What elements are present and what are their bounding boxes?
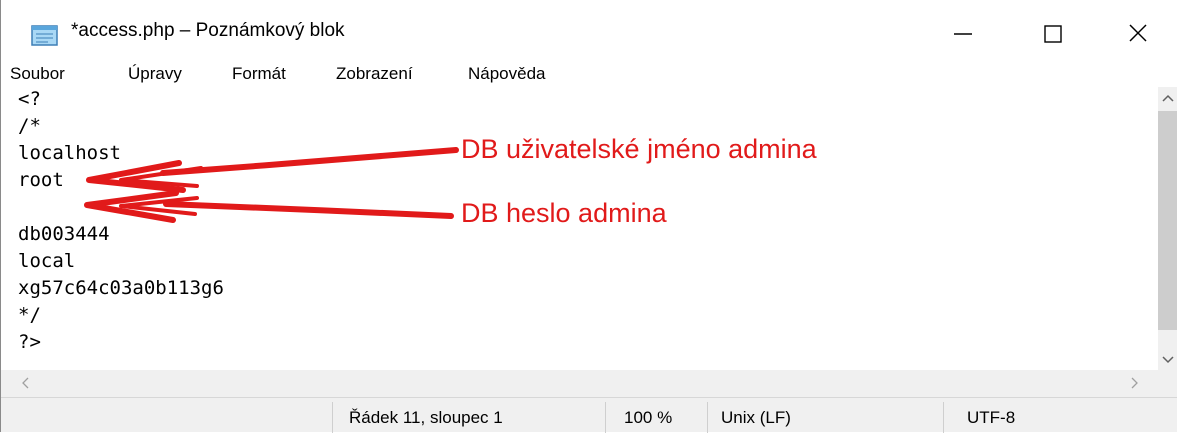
annotation-password-label: DB heslo admina: [461, 198, 667, 228]
menu-edit[interactable]: Úpravy: [128, 64, 182, 84]
status-divider: [332, 402, 333, 433]
annotation-username-label: DB uživatelské jméno admina: [461, 134, 817, 164]
editor-line: db003444: [18, 223, 110, 245]
status-encoding: UTF-8: [967, 408, 1016, 427]
close-button[interactable]: [1108, 12, 1168, 54]
maximize-button[interactable]: [1022, 12, 1082, 54]
window-title: *access.php – Poznámkový blok: [71, 20, 345, 41]
menu-format[interactable]: Formát: [232, 64, 286, 84]
editor-line: /*: [18, 115, 41, 137]
minimize-button[interactable]: [936, 12, 996, 54]
horizontal-scroll-arrows-icon: [22, 377, 1138, 389]
menu-bar: Soubor Úpravy Formát Zobrazení Nápověda: [1, 62, 1177, 87]
vertical-scroll-thumb[interactable]: [1158, 111, 1177, 330]
title-bar[interactable]: *access.php – Poznámkový blok: [1, 0, 1177, 62]
menu-file[interactable]: Soubor: [10, 64, 65, 84]
editor-line: xg57c64c03a0b113g6: [18, 277, 224, 299]
menu-help[interactable]: Nápověda: [468, 64, 546, 84]
editor-line: */: [18, 304, 41, 326]
maximize-icon: [1044, 25, 1062, 43]
status-divider: [605, 402, 606, 433]
horizontal-scrollbar[interactable]: [1, 370, 1158, 397]
notepad-icon: [30, 23, 61, 47]
status-bar: Řádek 11, sloupec 1 100 % Unix (LF) UTF-…: [1, 397, 1177, 433]
status-divider: [707, 402, 708, 433]
menu-view[interactable]: Zobrazení: [336, 64, 413, 84]
editor-line: localhost: [18, 142, 121, 164]
editor-line: <?: [18, 88, 41, 110]
editor-line: root: [18, 169, 64, 191]
editor-line: local: [18, 250, 76, 272]
minimize-icon: [954, 33, 972, 35]
status-divider: [943, 402, 944, 433]
status-zoom: 100 %: [624, 408, 673, 427]
editor-line: ?>: [18, 331, 41, 353]
scroll-corner: [1158, 370, 1177, 397]
status-position: Řádek 11, sloupec 1: [349, 408, 503, 427]
status-line-ending: Unix (LF): [721, 408, 791, 427]
close-icon: [1129, 24, 1147, 42]
notepad-window: *access.php – Poznámkový blok Soubor Úpr…: [0, 0, 1177, 433]
